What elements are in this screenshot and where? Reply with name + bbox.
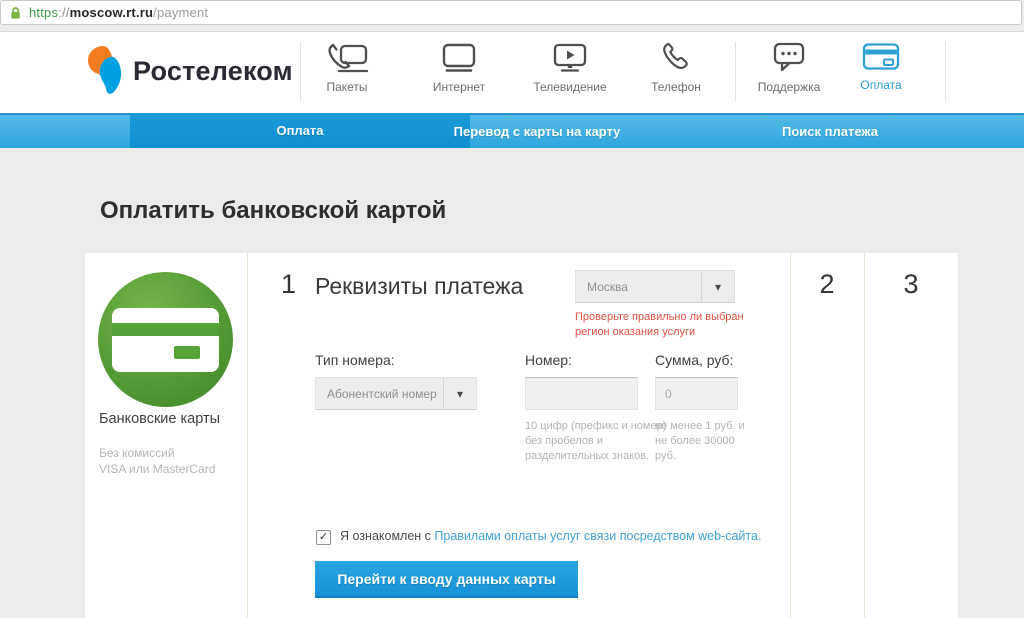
- nav-label: Поддержка: [737, 80, 841, 94]
- nav-item-payment[interactable]: Оплата: [829, 41, 933, 92]
- agreement-row: ✓ Я ознакомлен с Правилами оплаты услуг …: [316, 529, 761, 545]
- tab-label: Оплата: [276, 123, 323, 138]
- step-2-number: 2: [790, 269, 864, 300]
- payment-tabbar: Оплата Перевод с карты на карту Поиск пл…: [0, 113, 1024, 148]
- nav-item-packages[interactable]: Пакеты: [295, 41, 399, 94]
- step-3-number: 3: [864, 269, 958, 300]
- chevron-down-icon[interactable]: ▾: [443, 378, 476, 409]
- browser-address-bar[interactable]: https://moscow.rt.ru/payment: [0, 0, 1022, 25]
- step-1-number: 1: [281, 269, 311, 300]
- tab-label: Поиск платежа: [782, 124, 878, 139]
- tv-icon: [550, 41, 590, 75]
- url-separator: ://: [58, 5, 69, 20]
- tab-search-payment[interactable]: Поиск платежа: [690, 115, 970, 148]
- nav-item-internet[interactable]: Интернет: [407, 41, 511, 94]
- bank-card-icon: [98, 272, 233, 407]
- header-divider: [945, 42, 946, 101]
- agreement-checkbox[interactable]: ✓: [316, 530, 331, 545]
- amount-label: Сумма, руб:: [655, 352, 733, 368]
- amount-hint: не менее 1 руб. и не более 30000 руб.: [655, 419, 755, 464]
- tab-card-to-card[interactable]: Перевод с карты на карту: [397, 115, 677, 148]
- method-note-cards: VISA или MasterCard: [99, 462, 215, 476]
- nav-label: Телефон: [624, 80, 728, 94]
- proceed-to-card-data-button[interactable]: Перейти к вводу данных карты: [315, 561, 578, 598]
- number-type-select[interactable]: Абонентский номер ▾: [315, 377, 477, 410]
- url-host: moscow.rt.ru: [70, 5, 154, 20]
- method-note-commission: Без комиссий: [99, 446, 175, 460]
- agreement-rules-link[interactable]: Правилами оплаты услуг связи посредством…: [434, 529, 761, 543]
- rostelecom-logo-icon: [86, 45, 122, 97]
- lock-icon: [9, 6, 22, 20]
- agreement-text-plain: Я ознакомлен с: [340, 529, 431, 543]
- amount-input[interactable]: [655, 377, 738, 410]
- method-title: Банковские карты: [99, 411, 220, 427]
- logo-text: Ростелеком: [133, 56, 293, 87]
- number-input[interactable]: [525, 377, 638, 410]
- header-divider: [735, 42, 736, 101]
- internet-icon: [437, 41, 481, 75]
- column-divider: [247, 253, 248, 618]
- number-type-select-value: Абонентский номер: [316, 387, 443, 401]
- rostelecom-logo[interactable]: Ростелеком: [86, 45, 293, 97]
- nav-item-phone[interactable]: Телефон: [624, 41, 728, 94]
- region-warning-text: Проверьте правильно ли выбран регион ока…: [575, 310, 760, 340]
- region-select-value: Москва: [576, 280, 701, 294]
- nav-item-support[interactable]: Поддержка: [737, 41, 841, 94]
- number-label: Номер:: [525, 352, 572, 368]
- nav-label: Телевидение: [518, 80, 622, 94]
- url-scheme: https: [29, 5, 58, 20]
- page-title: Оплатить банковской картой: [100, 197, 446, 225]
- step-1-title: Реквизиты платежа: [315, 273, 523, 300]
- nav-label: Оплата: [829, 78, 933, 92]
- chevron-down-icon[interactable]: ▾: [701, 271, 734, 302]
- packages-icon: [324, 41, 370, 75]
- payment-card-icon: [861, 41, 901, 73]
- nav-label: Интернет: [407, 80, 511, 94]
- phone-icon: [658, 41, 694, 75]
- nav-label: Пакеты: [295, 80, 399, 94]
- payment-card-panel: Банковские карты Без комиссий VISA или M…: [85, 253, 958, 618]
- site-header: Ростелеком Пакеты Интернет Телевидение: [0, 32, 1024, 113]
- nav-item-tv[interactable]: Телевидение: [518, 41, 622, 94]
- url-text: https://moscow.rt.ru/payment: [29, 5, 208, 20]
- region-select[interactable]: Москва ▾: [575, 270, 735, 303]
- url-path: /payment: [153, 5, 208, 20]
- support-icon: [769, 41, 809, 75]
- agreement-text: Я ознакомлен с Правилами оплаты услуг св…: [340, 529, 761, 543]
- tab-label: Перевод с карты на карту: [454, 124, 621, 139]
- column-divider: [864, 253, 865, 618]
- number-type-label: Тип номера:: [315, 352, 395, 368]
- column-divider: [790, 253, 791, 618]
